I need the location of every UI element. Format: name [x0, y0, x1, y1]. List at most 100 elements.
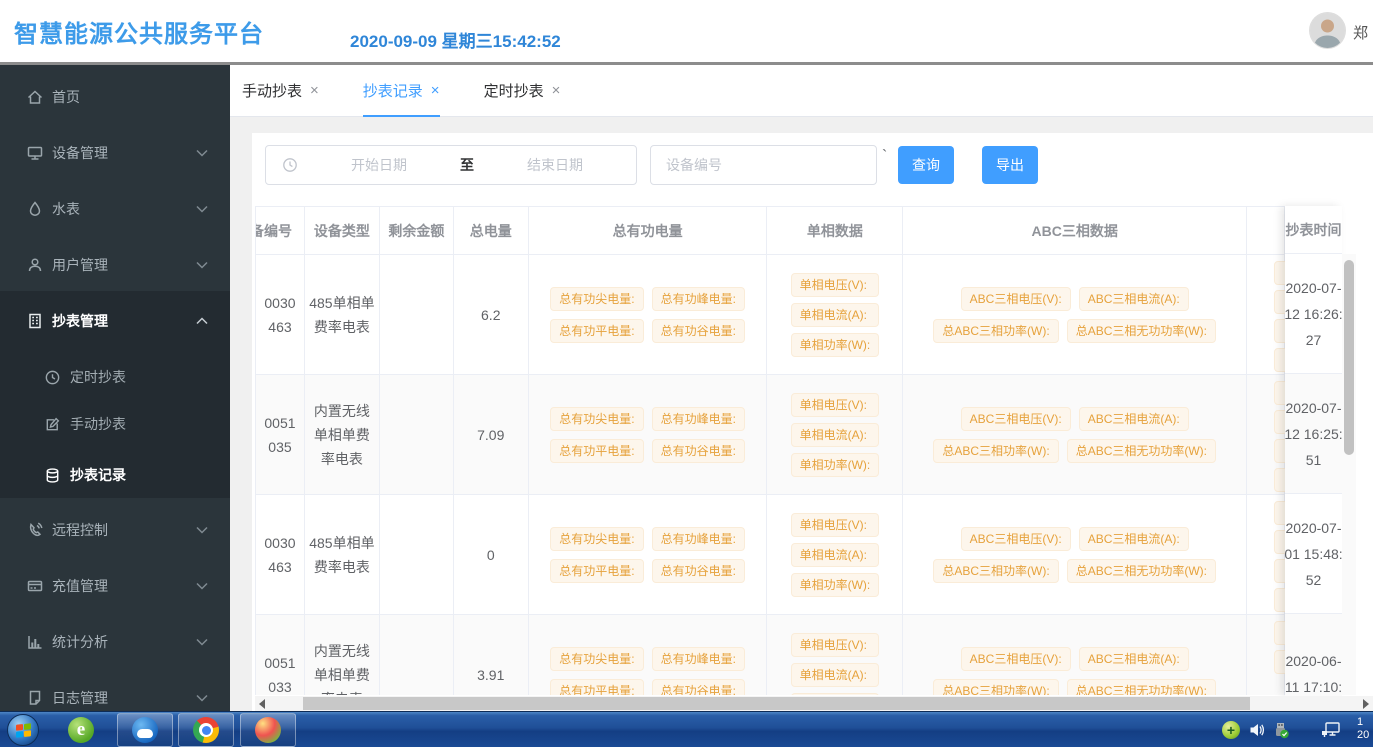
chevron-down-icon [196, 149, 208, 157]
sidebar-item-statistics[interactable]: 统计分析 [0, 614, 230, 670]
three-phase-tag: 总ABC三相无功功率(W): [1067, 559, 1216, 583]
three-phase-tag: ABC三相电压(V): [961, 647, 1071, 671]
col-device-number: 设备编号 [256, 207, 305, 255]
sidebar-item-device-mgmt[interactable]: 设备管理 [0, 125, 230, 181]
sidebar-subitem-manual-reading[interactable]: 手动抄表 [0, 399, 230, 449]
single-phase-tag: 单相电压(V): [791, 273, 880, 297]
remote-phone-icon [26, 521, 44, 539]
table-row[interactable]: 0051 035 内置无线单相单费率电表 7.09 总有功尖电量: 总有功峰电量… [256, 375, 1285, 495]
sidebar-item-label: 用户管理 [52, 255, 108, 275]
tab-bar: 手动抄表 × 抄表记录 × 定时抄表 × [230, 65, 1373, 117]
single-phase-tag: 单相电流(A): [791, 423, 880, 447]
table-row[interactable]: 0030 463 485单相单费率电表 6.2 总有功尖电量: 总有功峰电量: … [256, 255, 1285, 375]
single-phase-tag: 单相电压(V): [791, 393, 880, 417]
sidebar-item-label: 水表 [52, 199, 80, 219]
chevron-down-icon [196, 582, 208, 590]
cell-device-number: 0051 035 [257, 411, 303, 459]
tab-close-icon[interactable]: × [431, 82, 440, 99]
tab-label: 抄表记录 [363, 80, 423, 101]
taskbar-button-qq-browser[interactable] [117, 713, 173, 747]
energy-tag: 总有功峰电量: [652, 287, 745, 311]
taskbar-clock[interactable]: 1 20 [1357, 716, 1373, 744]
col-empty [1247, 207, 1285, 255]
three-phase-tag: 总ABC三相无功功率(W): [1067, 319, 1216, 343]
date-range-picker[interactable]: 开始日期 至 结束日期 [265, 145, 637, 185]
device-number-input[interactable] [650, 145, 877, 185]
clock-date: 20 [1357, 729, 1373, 742]
tab-label: 定时抄表 [484, 80, 544, 101]
fixed-read-time-column: 抄表时间 2020-07- 12 16:26: 27 2020-07- 12 1… [1285, 206, 1342, 695]
taskbar: e + 1 20 [0, 711, 1373, 747]
cell-device-type: 485单相单费率电表 [309, 531, 375, 579]
start-button[interactable] [7, 714, 39, 746]
volume-icon[interactable] [1248, 721, 1266, 739]
export-button[interactable]: 导出 [982, 146, 1038, 184]
single-phase-tag: 单相功率(W): [791, 573, 880, 597]
vertical-scrollbar[interactable] [1342, 254, 1356, 695]
sidebar-subitem-label: 抄表记录 [70, 465, 126, 485]
cell-total-energy: 0 [487, 543, 495, 567]
start-date-placeholder[interactable]: 开始日期 [298, 155, 460, 175]
tab-scheduled-reading[interactable]: 定时抄表 × [484, 65, 561, 117]
sidebar-item-remote-control[interactable]: 远程控制 [0, 502, 230, 558]
cell-read-time: 2020-07- 01 15:48: 52 [1285, 494, 1342, 614]
energy-tag: 总有功尖电量: [550, 407, 643, 431]
avatar-photo-icon [1310, 13, 1345, 48]
tab-close-icon[interactable]: × [310, 82, 319, 99]
tab-reading-records[interactable]: 抄表记录 × [363, 65, 440, 117]
taskbar-button-chrome[interactable] [178, 713, 234, 747]
cell-read-time: 2020-07- 12 16:25: 51 [1285, 374, 1342, 494]
sidebar-item-meter-reading-mgmt[interactable]: 抄表管理 [0, 293, 230, 349]
cell-total-energy: 3.91 [477, 663, 504, 687]
header-datetime: 2020-09-09 星期三15:42:52 [350, 27, 561, 52]
clipped-tag [1274, 410, 1285, 434]
sidebar-item-recharge-mgmt[interactable]: 充值管理 [0, 558, 230, 614]
clipped-tag [1274, 381, 1285, 405]
tab-close-icon[interactable]: × [552, 82, 561, 99]
col-device-type: 设备类型 [305, 207, 380, 255]
taskbar-button-media-app[interactable] [240, 713, 296, 747]
sidebar-subitem-reading-records[interactable]: 抄表记录 [0, 450, 230, 500]
tab-manual-reading[interactable]: 手动抄表 × [242, 65, 319, 117]
energy-tag: 总有功尖电量: [550, 527, 643, 551]
chrome-icon [193, 717, 219, 743]
single-phase-tag: 单相电流(A): [791, 663, 880, 687]
sidebar-item-label: 抄表管理 [52, 311, 108, 331]
cell-device-number: 0030 463 [257, 291, 303, 339]
horizontal-scrollbar-thumb[interactable] [303, 697, 1250, 710]
three-phase-tag: ABC三相电压(V): [961, 527, 1071, 551]
vertical-scrollbar-thumb[interactable] [1344, 260, 1354, 455]
clipped-tag [1274, 588, 1285, 612]
scroll-right-arrow-icon[interactable] [1363, 699, 1369, 709]
query-button[interactable]: 查询 [898, 146, 954, 184]
network-icon[interactable] [1320, 721, 1342, 739]
user-name[interactable]: 郑 [1353, 22, 1368, 43]
energy-tag: 总有功平电量: [550, 319, 643, 343]
clipped-tag [1274, 530, 1285, 554]
usb-device-icon[interactable] [1272, 721, 1290, 739]
sidebar-item-label: 充值管理 [52, 576, 108, 596]
single-phase-tag: 单相电压(V): [791, 513, 880, 537]
col-total-energy: 总电量 [454, 207, 529, 255]
sidebar-subitem-scheduled-reading[interactable]: 定时抄表 [0, 352, 230, 402]
scroll-left-arrow-icon[interactable] [259, 699, 265, 709]
safety-tray-icon[interactable]: + [1222, 721, 1240, 739]
energy-tag: 总有功尖电量: [550, 287, 643, 311]
single-phase-tag: 单相电流(A): [791, 303, 880, 327]
clipped-tag [1274, 468, 1285, 492]
avatar[interactable] [1310, 13, 1345, 48]
horizontal-scrollbar[interactable] [255, 696, 1373, 711]
table-row[interactable]: 0030 463 485单相单费率电表 0 总有功尖电量: 总有功峰电量: 总有… [256, 495, 1285, 615]
browser-360-icon[interactable]: e [68, 717, 94, 743]
table-row[interactable]: 0051 033 内置无线单相单费率电表 3.91 总有功尖电量: 总有功峰电量… [256, 615, 1285, 695]
energy-tag: 总有功平电量: [550, 559, 643, 583]
end-date-placeholder[interactable]: 结束日期 [474, 155, 636, 175]
col-read-time: 抄表时间 [1285, 206, 1342, 254]
sidebar-item-user-mgmt[interactable]: 用户管理 [0, 237, 230, 293]
sidebar-item-water-meter[interactable]: 水表 [0, 181, 230, 237]
energy-tag: 总有功谷电量: [652, 319, 745, 343]
sidebar-item-log-mgmt[interactable]: 日志管理 [0, 670, 230, 711]
stray-backtick-mark: ` [882, 148, 887, 166]
sidebar-item-home[interactable]: 首页 [0, 69, 230, 125]
clock-icon [44, 369, 61, 386]
